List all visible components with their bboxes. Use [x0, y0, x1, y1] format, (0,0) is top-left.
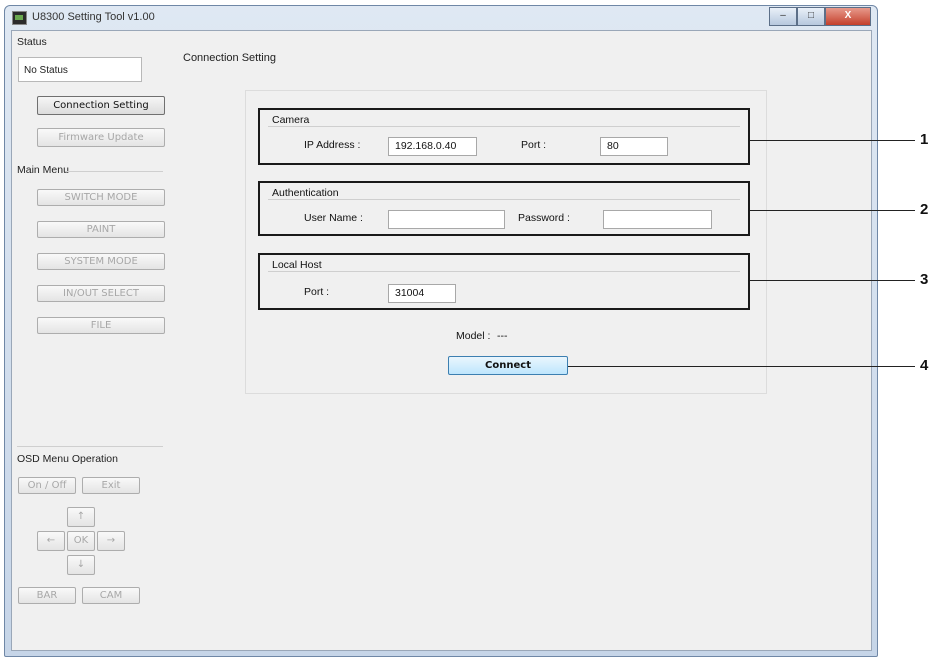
callout-line-2	[750, 210, 915, 211]
password-label: Password :	[518, 212, 570, 224]
local-port-label: Port :	[304, 286, 330, 298]
model-label: Model :	[456, 330, 491, 342]
status-field: No Status	[18, 57, 142, 82]
local-host-group-title: Local Host	[272, 259, 322, 271]
osd-exit-button[interactable]: Exit	[82, 477, 140, 494]
callout-3: 3	[920, 271, 929, 288]
callout-4: 4	[920, 357, 929, 374]
ip-address-label: IP Address :	[304, 139, 361, 151]
ip-address-field[interactable]: 192.168.0.40	[388, 137, 477, 156]
in-out-select-button[interactable]: IN/OUT SELECT	[37, 285, 165, 302]
firmware-update-button[interactable]: Firmware Update	[37, 128, 165, 147]
app-icon	[12, 11, 27, 25]
connection-setting-button[interactable]: Connection Setting	[37, 96, 165, 115]
camera-port-field[interactable]: 80	[600, 137, 668, 156]
status-label: Status	[17, 36, 47, 48]
close-button[interactable]: X	[825, 7, 871, 26]
osd-down-button[interactable]: ↓	[67, 555, 95, 575]
authentication-group: Authentication User Name : Password :	[258, 181, 750, 236]
maximize-button[interactable]: □	[797, 7, 825, 26]
minimize-button[interactable]: –	[769, 7, 797, 26]
main-menu-divider	[65, 171, 163, 172]
osd-right-button[interactable]: →	[97, 531, 125, 551]
left-panel: Status No Status Connection Setting Firm…	[15, 34, 165, 643]
camera-group-title: Camera	[272, 114, 310, 126]
callout-line-3	[750, 280, 915, 281]
camera-group: Camera IP Address : 192.168.0.40 Port : …	[258, 108, 750, 165]
osd-left-button[interactable]: ←	[37, 531, 65, 551]
local-host-group: Local Host Port : 31004	[258, 253, 750, 310]
callout-1: 1	[920, 131, 929, 148]
callout-2: 2	[920, 201, 929, 218]
page-title: Connection Setting	[183, 52, 276, 64]
window-title: U8300 Setting Tool v1.00	[32, 11, 155, 23]
user-name-field[interactable]	[388, 210, 505, 229]
osd-up-button[interactable]: ↑	[67, 507, 95, 527]
osd-bar-button[interactable]: BAR	[18, 587, 76, 604]
osd-on-off-button[interactable]: On / Off	[18, 477, 76, 494]
title-bar[interactable]: U8300 Setting Tool v1.00 – □ X	[5, 6, 877, 28]
connect-button[interactable]: Connect	[448, 356, 568, 375]
callout-line-1	[750, 140, 915, 141]
osd-divider	[17, 446, 163, 447]
osd-cam-button[interactable]: CAM	[82, 587, 140, 604]
local-port-field[interactable]: 31004	[388, 284, 456, 303]
osd-menu-label: OSD Menu Operation	[17, 453, 118, 465]
file-button[interactable]: FILE	[37, 317, 165, 334]
callout-line-4	[568, 366, 915, 367]
paint-button[interactable]: PAINT	[37, 221, 165, 238]
osd-ok-button[interactable]: OK	[67, 531, 95, 551]
authentication-group-title: Authentication	[272, 187, 339, 199]
camera-port-label: Port :	[521, 139, 547, 151]
main-menu-label: Main Menu	[17, 164, 69, 176]
user-name-label: User Name :	[304, 212, 363, 224]
system-mode-button[interactable]: SYSTEM MODE	[37, 253, 165, 270]
switch-mode-button[interactable]: SWITCH MODE	[37, 189, 165, 206]
model-value: ---	[497, 330, 508, 342]
password-field[interactable]	[603, 210, 712, 229]
